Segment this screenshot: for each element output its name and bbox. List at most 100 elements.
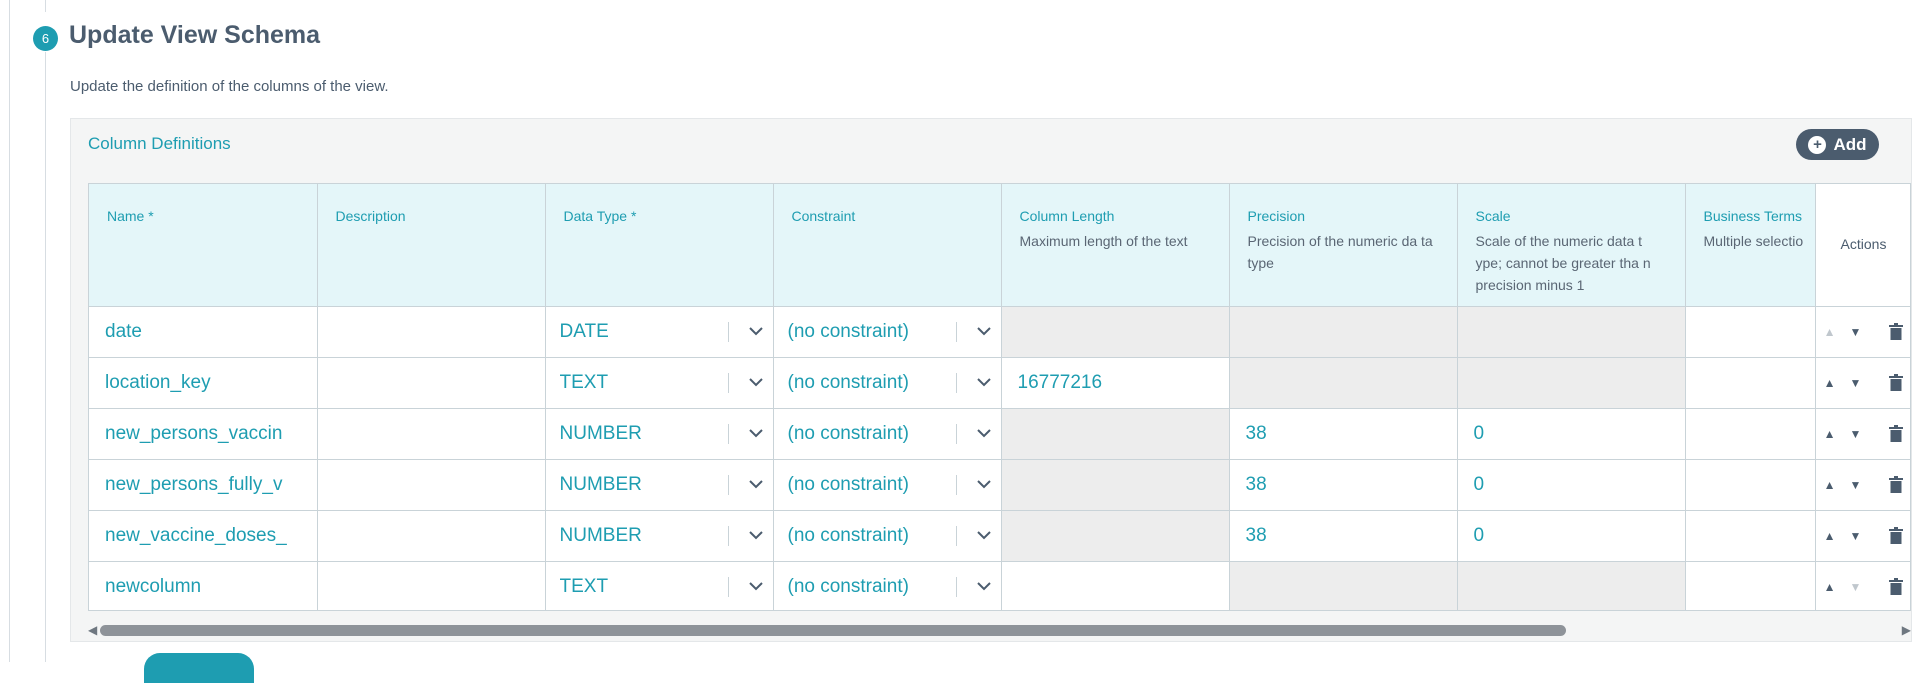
cell-business-terms[interactable] (1685, 459, 1816, 511)
chevron-down-icon[interactable] (967, 582, 1001, 591)
step-title: Update View Schema (69, 21, 321, 49)
data-type-value: TEXT (559, 371, 609, 393)
cell-precision[interactable]: 38 (1229, 459, 1458, 511)
chevron-down-icon[interactable] (967, 378, 1001, 387)
cell-data-type[interactable]: NUMBER (545, 510, 774, 562)
horizontal-scrollbar[interactable]: ◀ ▶ (88, 620, 1911, 640)
cell-constraint[interactable]: (no constraint) (773, 306, 1002, 358)
cell-column-length (1001, 510, 1230, 562)
caret-up-icon[interactable]: ▲ (1824, 377, 1836, 389)
caret-up-icon[interactable]: ▲ (1824, 581, 1836, 593)
constraint-select[interactable]: (no constraint) (774, 460, 1001, 510)
trash-icon[interactable] (1889, 374, 1904, 391)
trash-icon[interactable] (1889, 323, 1904, 340)
column-definitions-table: Name * Description Data Type * Constrain… (88, 183, 1911, 611)
cell-constraint[interactable]: (no constraint) (773, 357, 1002, 409)
cell-constraint[interactable]: (no constraint) (773, 459, 1002, 511)
chevron-down-icon[interactable] (739, 378, 773, 387)
chevron-down-icon[interactable] (967, 480, 1001, 489)
header-actions: Actions (1815, 184, 1910, 307)
cell-actions: ▲ ▼ (1815, 306, 1910, 358)
constraint-select[interactable]: (no constraint) (774, 307, 1001, 357)
trash-icon[interactable] (1889, 425, 1904, 442)
caret-up-icon[interactable]: ▲ (1824, 479, 1836, 491)
cell-data-type[interactable]: TEXT (545, 357, 774, 409)
data-type-select[interactable]: NUMBER (546, 409, 773, 459)
cell-data-type[interactable]: NUMBER (545, 459, 774, 511)
cell-description[interactable] (317, 357, 546, 409)
caret-down-icon[interactable]: ▼ (1850, 326, 1862, 338)
cell-precision[interactable]: 38 (1229, 408, 1458, 460)
cell-column-length[interactable] (1001, 561, 1230, 610)
cell-description[interactable] (317, 459, 546, 511)
scrollbar-thumb[interactable] (100, 625, 1566, 636)
cell-constraint[interactable]: (no constraint) (773, 561, 1002, 611)
constraint-select[interactable]: (no constraint) (774, 409, 1001, 459)
select-separator (727, 474, 729, 495)
cell-constraint[interactable]: (no constraint) (773, 408, 1002, 460)
add-column-button[interactable]: + Add (1796, 129, 1879, 160)
cell-business-terms[interactable] (1685, 306, 1816, 358)
caret-up-icon[interactable]: ▲ (1824, 326, 1836, 338)
data-type-select[interactable]: TEXT (546, 562, 773, 611)
data-type-select[interactable]: TEXT (546, 358, 773, 408)
cell-data-type[interactable]: NUMBER (545, 408, 774, 460)
cell-name[interactable]: new_persons_fully_v (89, 459, 318, 511)
next-button[interactable] (144, 653, 254, 683)
cell-precision[interactable]: 38 (1229, 510, 1458, 562)
chevron-down-icon[interactable] (739, 429, 773, 438)
cell-description[interactable] (317, 306, 546, 358)
chevron-down-icon[interactable] (739, 531, 773, 540)
header-constraint: Constraint (773, 184, 1002, 307)
caret-down-icon[interactable]: ▼ (1850, 530, 1862, 542)
caret-up-icon[interactable]: ▲ (1824, 530, 1836, 542)
data-type-select[interactable]: NUMBER (546, 511, 773, 561)
chevron-down-icon[interactable] (739, 582, 773, 591)
caret-down-icon[interactable]: ▼ (1850, 377, 1862, 389)
trash-icon[interactable] (1889, 527, 1904, 544)
cell-scale[interactable]: 0 (1457, 408, 1686, 460)
scroll-left-arrow-icon[interactable]: ◀ (88, 623, 97, 637)
chevron-down-icon[interactable] (967, 429, 1001, 438)
chevron-down-icon[interactable] (967, 531, 1001, 540)
caret-down-icon[interactable]: ▼ (1850, 479, 1862, 491)
chevron-down-icon[interactable] (739, 327, 773, 336)
trash-icon[interactable] (1889, 476, 1904, 493)
cell-description[interactable] (317, 510, 546, 562)
cell-data-type[interactable]: TEXT (545, 561, 774, 611)
chevron-down-icon[interactable] (739, 480, 773, 489)
cell-name[interactable]: newcolumn (89, 561, 318, 610)
cell-name[interactable]: new_vaccine_doses_ (89, 510, 318, 562)
data-type-select[interactable]: NUMBER (546, 460, 773, 510)
trash-icon[interactable] (1889, 578, 1904, 595)
constraint-select[interactable]: (no constraint) (774, 358, 1001, 408)
cell-constraint[interactable]: (no constraint) (773, 510, 1002, 562)
cell-business-terms[interactable] (1685, 510, 1816, 562)
cell-business-terms[interactable] (1685, 408, 1816, 460)
step-line (45, 52, 46, 662)
cell-name[interactable]: location_key (89, 357, 318, 409)
data-type-value: TEXT (559, 575, 609, 597)
caret-down-icon[interactable]: ▼ (1850, 581, 1862, 593)
constraint-select[interactable]: (no constraint) (774, 562, 1001, 611)
cell-scale[interactable]: 0 (1457, 510, 1686, 562)
constraint-select[interactable]: (no constraint) (774, 511, 1001, 561)
cell-name[interactable]: new_persons_vaccin (89, 408, 318, 460)
cell-description[interactable] (317, 561, 546, 610)
caret-up-icon[interactable]: ▲ (1824, 428, 1836, 440)
cell-business-terms[interactable] (1685, 357, 1816, 409)
cell-description[interactable] (317, 408, 546, 460)
select-separator (727, 321, 729, 342)
select-separator (955, 525, 957, 546)
chevron-down-icon[interactable] (967, 327, 1001, 336)
table-header-row: Name * Description Data Type * Constrain… (89, 184, 1910, 307)
cell-name[interactable]: date (89, 306, 318, 358)
caret-down-icon[interactable]: ▼ (1850, 428, 1862, 440)
cell-column-length[interactable]: 16777216 (1001, 357, 1230, 409)
data-type-select[interactable]: DATE (546, 307, 773, 357)
cell-scale[interactable]: 0 (1457, 459, 1686, 511)
cell-column-length (1001, 408, 1230, 460)
cell-business-terms[interactable] (1685, 561, 1816, 610)
scroll-right-arrow-icon[interactable]: ▶ (1902, 623, 1911, 637)
cell-data-type[interactable]: DATE (545, 306, 774, 358)
